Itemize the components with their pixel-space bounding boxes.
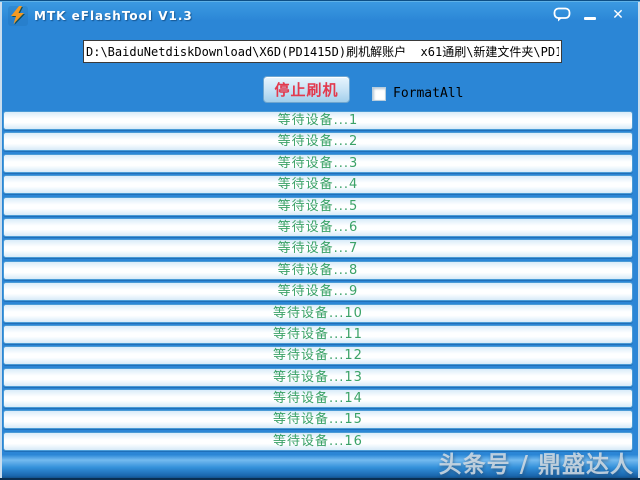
- watermark-text: 头条号 / 鼎盛达人: [438, 452, 634, 478]
- window-controls: ✕: [548, 5, 632, 25]
- device-slot-status: 等待设备...15: [273, 412, 363, 428]
- device-slot: 等待设备...2: [3, 132, 633, 152]
- flash-app-icon: [8, 5, 28, 26]
- device-slot: 等待设备...7: [3, 239, 633, 259]
- device-slot-status: 等待设备...14: [273, 391, 363, 407]
- device-slot-status: 等待设备...12: [273, 348, 363, 364]
- device-slot-status: 等待设备...4: [277, 177, 359, 193]
- device-slot-status: 等待设备...10: [273, 305, 363, 321]
- device-slot-status: 等待设备...11: [273, 326, 363, 342]
- chat-bubble-icon[interactable]: [548, 5, 576, 25]
- device-slot-status: 等待设备...6: [277, 219, 359, 235]
- firmware-path-input[interactable]: [83, 40, 562, 63]
- titlebar[interactable]: MTK eFlashTool V1.3 ✕: [2, 2, 638, 29]
- device-slot: 等待设备...5: [3, 196, 633, 216]
- device-slot: 等待设备...3: [3, 153, 633, 173]
- device-slot-status: 等待设备...13: [273, 369, 363, 385]
- formatall-row: FormatAll: [372, 86, 463, 101]
- minimize-button[interactable]: [576, 5, 604, 25]
- device-slot: 等待设备...8: [3, 260, 633, 280]
- device-slot-status: 等待设备...16: [273, 433, 363, 449]
- formatall-label: FormatAll: [393, 86, 464, 101]
- formatall-checkbox[interactable]: [372, 86, 386, 101]
- device-slot: 等待设备...4: [3, 175, 633, 195]
- device-slot: 等待设备...15: [3, 410, 633, 430]
- app-window: MTK eFlashTool V1.3 ✕ 停止刷机 FormatAll 等待设…: [0, 0, 640, 480]
- device-slot-status: 等待设备...1: [277, 113, 359, 128]
- device-slot-status: 等待设备...5: [277, 198, 359, 214]
- device-slot-status: 等待设备...9: [277, 284, 359, 300]
- device-slot: 等待设备...14: [3, 389, 633, 409]
- device-slot: 等待设备...6: [3, 217, 633, 237]
- close-button[interactable]: ✕: [604, 5, 632, 25]
- device-slot: 等待设备...1: [3, 111, 633, 130]
- device-slot-status: 等待设备...3: [277, 155, 359, 171]
- device-slot: 等待设备...9: [3, 282, 633, 302]
- minimize-icon: [584, 16, 596, 20]
- window-border-left: [0, 2, 2, 480]
- device-slot: 等待设备...10: [3, 303, 633, 323]
- device-slot-status: 等待设备...8: [277, 262, 359, 278]
- device-slot-status: 等待设备...2: [277, 134, 359, 150]
- device-slot: 等待设备...12: [3, 346, 633, 366]
- device-slot-status: 等待设备...7: [277, 241, 359, 257]
- device-slot: 等待设备...11: [3, 324, 633, 344]
- stop-flashing-button[interactable]: 停止刷机: [263, 76, 350, 103]
- close-icon: ✕: [612, 7, 624, 23]
- device-slot-list: 等待设备...1 等待设备...2 等待设备...3 等待设备...4 等待设备…: [3, 111, 633, 451]
- window-title: MTK eFlashTool V1.3: [34, 8, 193, 23]
- device-slot: 等待设备...13: [3, 367, 633, 387]
